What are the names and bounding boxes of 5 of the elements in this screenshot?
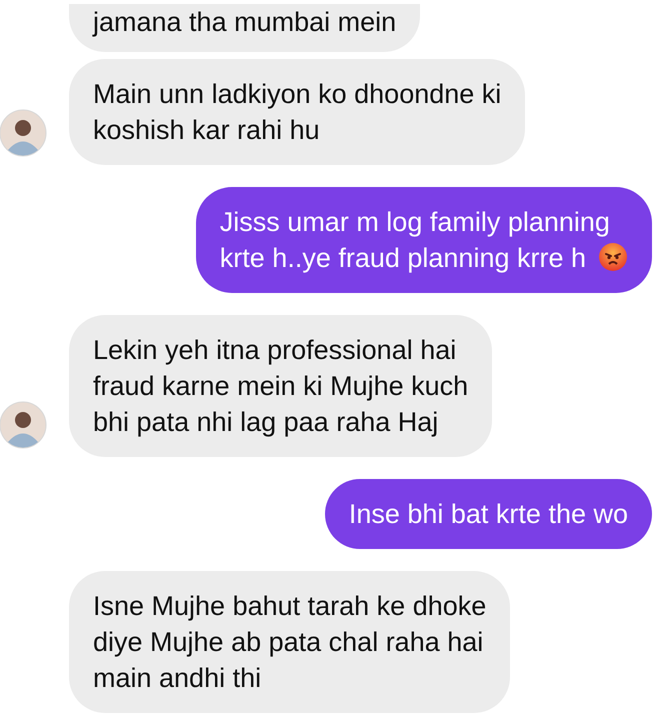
message-text: Inse bhi bat krte the wo [348,499,628,529]
message-text: Isne Mujhe bahut tarah ke dhoke diye Mujhe ab pata chal raha hai main andhi thi [93,591,486,693]
message-text: Lekin yeh itna professional hai fraud karne mein ki Mujhe kuch bhi pata nhi lag paa raha Haj [93,335,468,437]
message-text: jamana tha mumbai mein [93,7,396,37]
message-text: Main unn ladkiyon ko dhoondne ki koshish kar rahi hu [93,79,502,145]
